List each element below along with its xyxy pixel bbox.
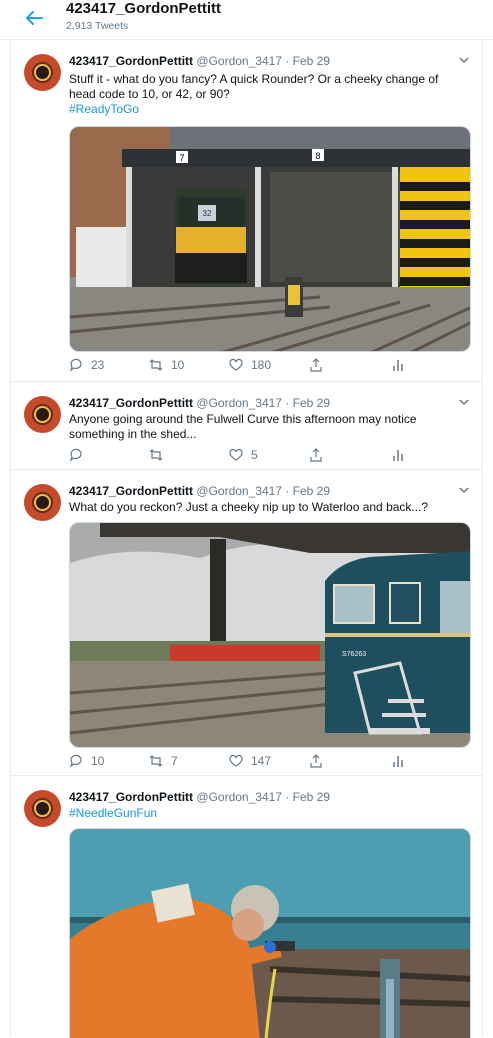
share-icon — [310, 358, 322, 372]
hashtag-link[interactable]: #ReadyToGo — [69, 102, 459, 117]
tweet-feed: 423417_GordonPettitt @Gordon_3417 · Feb … — [10, 40, 483, 1038]
tweet-text: What do you reckon? Just a cheeky nip up… — [69, 500, 459, 515]
reply-count: 23 — [91, 358, 105, 372]
chevron-down-icon[interactable] — [458, 484, 470, 496]
tweet-text: #NeedleGunFun — [69, 806, 459, 821]
retweet-icon — [149, 755, 163, 767]
like-count: 5 — [251, 448, 258, 462]
chevron-down-icon[interactable] — [458, 54, 470, 66]
tweet-photo[interactable]: 32 7 8 — [69, 126, 471, 352]
train-photo: S76263 — [70, 523, 470, 747]
analytics-icon — [393, 756, 403, 767]
retweet-icon — [149, 449, 163, 461]
retweet-button[interactable]: 7 — [149, 754, 178, 768]
author-handle[interactable]: @Gordon_3417 — [196, 790, 282, 804]
tweet-1[interactable]: 423417_GordonPettitt @Gordon_3417 · Feb … — [11, 40, 482, 382]
share-icon — [310, 448, 322, 462]
reply-button[interactable]: 10 — [69, 754, 104, 768]
tweet-3[interactable]: 423417_GordonPettitt @Gordon_3417 · Feb … — [11, 470, 482, 776]
avatar[interactable] — [24, 396, 61, 433]
analytics-button[interactable] — [391, 754, 405, 768]
share-button[interactable] — [309, 448, 323, 462]
reply-count: 10 — [91, 754, 105, 768]
retweet-count: 7 — [171, 754, 178, 768]
separator: · — [285, 54, 290, 68]
tweet-date[interactable]: Feb 29 — [293, 396, 330, 410]
analytics-icon — [393, 360, 403, 371]
tweet-text: Anyone going around the Fulwell Curve th… — [69, 412, 459, 442]
separator: · — [285, 790, 290, 804]
profile-header: 423417_GordonPettitt 2,913 Tweets — [0, 0, 493, 40]
tweet-header: 423417_GordonPettitt @Gordon_3417 · Feb … — [69, 54, 330, 68]
depot-number: 8 — [315, 151, 320, 161]
analytics-button[interactable] — [391, 448, 405, 462]
author-name[interactable]: 423417_GordonPettitt — [69, 790, 193, 804]
like-count: 147 — [251, 754, 272, 768]
reply-button[interactable] — [69, 448, 91, 462]
reply-icon — [69, 448, 82, 462]
reply-icon — [69, 754, 82, 768]
tweet-header: 423417_GordonPettitt @Gordon_3417 · Feb … — [69, 396, 330, 410]
unit-number: S76263 — [342, 651, 366, 658]
author-handle[interactable]: @Gordon_3417 — [196, 54, 282, 68]
heart-icon — [229, 448, 243, 461]
retweet-count: 10 — [171, 358, 185, 372]
author-name[interactable]: 423417_GordonPettitt — [69, 396, 193, 410]
separator: · — [285, 484, 290, 498]
depot-photo: 32 7 8 — [70, 127, 470, 351]
tweet-actions: 5 — [69, 448, 449, 466]
avatar[interactable] — [24, 54, 61, 91]
tweet-date[interactable]: Feb 29 — [293, 790, 330, 804]
author-name[interactable]: 423417_GordonPettitt — [69, 54, 193, 68]
analytics-icon — [393, 450, 403, 461]
heart-icon — [229, 754, 243, 767]
author-handle[interactable]: @Gordon_3417 — [196, 396, 282, 410]
tweet-text-line: Stuff it - what do you fancy? A quick Ro… — [69, 72, 439, 86]
tweet-text-line: something in the shed... — [69, 427, 197, 441]
heart-icon — [229, 358, 243, 371]
tweet-text-line: What do you reckon? Just a cheeky nip up… — [69, 500, 429, 514]
tweet-4[interactable]: 423417_GordonPettitt @Gordon_3417 · Feb … — [11, 776, 482, 1038]
separator: · — [285, 396, 290, 410]
avatar[interactable] — [24, 484, 61, 521]
tweet-actions: 10 7 147 — [69, 754, 449, 772]
like-count: 180 — [251, 358, 272, 372]
tweet-photo[interactable]: S76263 — [69, 522, 471, 748]
worker-photo — [70, 829, 470, 1038]
svg-text:32: 32 — [203, 209, 212, 218]
tweet-date[interactable]: Feb 29 — [293, 54, 330, 68]
tweet-count: 2,913 Tweets — [66, 20, 129, 32]
share-icon — [310, 754, 322, 768]
like-button[interactable]: 147 — [229, 754, 271, 768]
hashtag-link[interactable]: #NeedleGunFun — [69, 806, 459, 821]
retweet-button[interactable]: 10 — [149, 358, 184, 372]
retweet-button[interactable] — [149, 448, 171, 462]
share-button[interactable] — [309, 754, 323, 768]
tweet-actions: 23 10 180 — [69, 358, 449, 376]
tweet-text-line: Anyone going around the Fulwell Curve th… — [69, 412, 417, 426]
profile-title: 423417_GordonPettitt — [66, 0, 222, 17]
tweet-2[interactable]: 423417_GordonPettitt @Gordon_3417 · Feb … — [11, 382, 482, 470]
analytics-button[interactable] — [391, 358, 405, 372]
like-button[interactable]: 5 — [229, 448, 258, 462]
tweet-photo[interactable] — [69, 828, 471, 1038]
tweet-text-line: head code to 10, or 42, or 90? — [69, 87, 230, 101]
retweet-icon — [149, 359, 163, 371]
chevron-down-icon[interactable] — [458, 396, 470, 408]
share-button[interactable] — [309, 358, 323, 372]
reply-icon — [69, 358, 82, 372]
avatar[interactable] — [24, 790, 61, 827]
reply-button[interactable]: 23 — [69, 358, 104, 372]
like-button[interactable]: 180 — [229, 358, 271, 372]
tweet-header: 423417_GordonPettitt @Gordon_3417 · Feb … — [69, 790, 330, 804]
tweet-text: Stuff it - what do you fancy? A quick Ro… — [69, 72, 459, 117]
depot-number: 7 — [179, 153, 184, 163]
author-name[interactable]: 423417_GordonPettitt — [69, 484, 193, 498]
tweet-header: 423417_GordonPettitt @Gordon_3417 · Feb … — [69, 484, 330, 498]
back-arrow-icon[interactable] — [22, 6, 46, 30]
author-handle[interactable]: @Gordon_3417 — [196, 484, 282, 498]
tweet-date[interactable]: Feb 29 — [293, 484, 330, 498]
